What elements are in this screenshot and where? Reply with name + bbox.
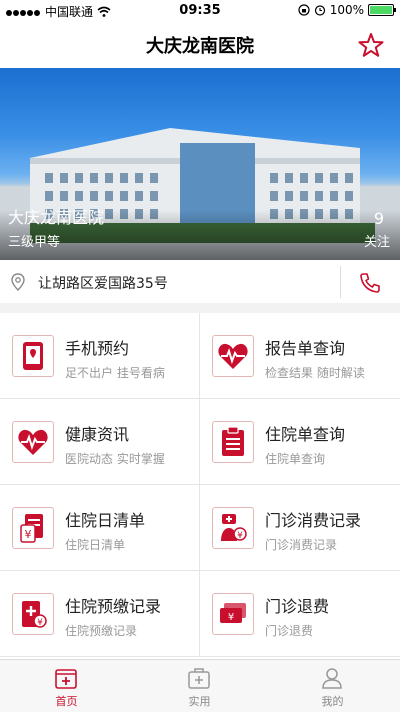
service-subtitle: 住院日清单 (65, 538, 126, 552)
daily-list-icon: ¥ (12, 507, 54, 549)
service-daily-list[interactable]: ¥ 住院日清单 住院日清单 (0, 485, 200, 571)
service-phone-booking[interactable]: 手机预约 足不出户 挂号看病 (0, 313, 200, 399)
battery-icon (368, 4, 396, 16)
hospital-name: 大庆龙南医院 (8, 208, 105, 227)
hospital-grade: 三级甲等 (8, 235, 61, 250)
service-title: 住院日清单 (65, 511, 146, 530)
location-pin-icon (11, 273, 25, 291)
phone-booking-icon (12, 335, 54, 377)
service-subtitle: 门诊退费 (265, 624, 314, 638)
tab-home[interactable]: 首页 (0, 660, 133, 712)
medkit-icon (188, 668, 210, 689)
status-right: 100% (298, 3, 396, 17)
service-clinic-refund[interactable]: ¥ 门诊退费 门诊退费 (200, 571, 400, 657)
service-subtitle: 医院动态 实时掌握 (65, 452, 165, 466)
refund-icon: ¥ (212, 593, 254, 635)
svg-text:¥: ¥ (37, 618, 43, 628)
service-grid: 手机预约 足不出户 挂号看病 报告单查询 检查结果 随时解读 健康资讯 医院动态… (0, 313, 400, 659)
tab-label: 实用 (188, 695, 211, 708)
favorite-star-icon[interactable] (358, 32, 384, 58)
service-title: 门诊消费记录 (265, 511, 362, 530)
tab-practical[interactable]: 实用 (133, 660, 266, 712)
tab-mine[interactable]: 我的 (266, 660, 399, 712)
status-bar: 中国联通 09:35 100% (0, 0, 400, 22)
service-title: 手机预约 (65, 339, 130, 358)
rotation-lock-icon (298, 4, 310, 16)
service-inpatient-query[interactable]: 住院单查询 住院单查询 (200, 399, 400, 485)
user-icon (322, 668, 342, 689)
service-prepay-records[interactable]: ¥ 住院预缴记录 住院预缴记录 (0, 571, 200, 657)
service-report-query[interactable]: 报告单查询 检查结果 随时解读 (200, 313, 400, 399)
address-bar[interactable]: 让胡路区爱国路35号 (0, 260, 400, 303)
service-title: 住院单查询 (265, 425, 346, 444)
phone-call-icon[interactable] (358, 271, 382, 295)
service-title: 门诊退费 (265, 597, 330, 616)
heartbeat-icon (12, 421, 54, 463)
tab-bar: 首页 实用 我的 (0, 659, 400, 712)
home-icon (55, 669, 77, 689)
service-subtitle: 门诊消费记录 (265, 538, 338, 552)
battery-percent: 100% (329, 3, 364, 17)
hospital-banner[interactable]: 大庆龙南医院 三级甲等 9 关注 (0, 68, 400, 260)
prepay-icon: ¥ (12, 593, 54, 635)
nav-bar: 大庆龙南医院 (0, 22, 400, 68)
service-title: 报告单查询 (265, 339, 346, 358)
page-title: 大庆龙南医院 (146, 36, 254, 57)
svg-text:¥: ¥ (25, 528, 32, 541)
heartbeat-icon (212, 335, 254, 377)
follow-button[interactable]: 关注 (364, 231, 390, 250)
service-subtitle: 检查结果 随时解读 (265, 366, 365, 380)
svg-text:¥: ¥ (228, 612, 234, 623)
service-clinic-payment[interactable]: ¥ 门诊消费记录 门诊消费记录 (200, 485, 400, 571)
service-subtitle: 住院预缴记录 (65, 624, 138, 638)
tab-label: 我的 (321, 695, 344, 708)
clinic-payment-icon: ¥ (212, 507, 254, 549)
service-title: 健康资讯 (65, 425, 130, 444)
clipboard-icon (212, 421, 254, 463)
address-divider (340, 266, 341, 298)
svg-text:¥: ¥ (237, 531, 243, 541)
follow-count: 9 (373, 209, 384, 228)
address-text: 让胡路区爱国路35号 (38, 276, 168, 292)
tab-label: 首页 (55, 695, 78, 708)
alarm-icon (314, 5, 325, 16)
service-subtitle: 住院单查询 (265, 452, 326, 466)
service-title: 住院预缴记录 (65, 597, 162, 616)
service-health-news[interactable]: 健康资讯 医院动态 实时掌握 (0, 399, 200, 485)
service-subtitle: 足不出户 挂号看病 (65, 366, 165, 380)
